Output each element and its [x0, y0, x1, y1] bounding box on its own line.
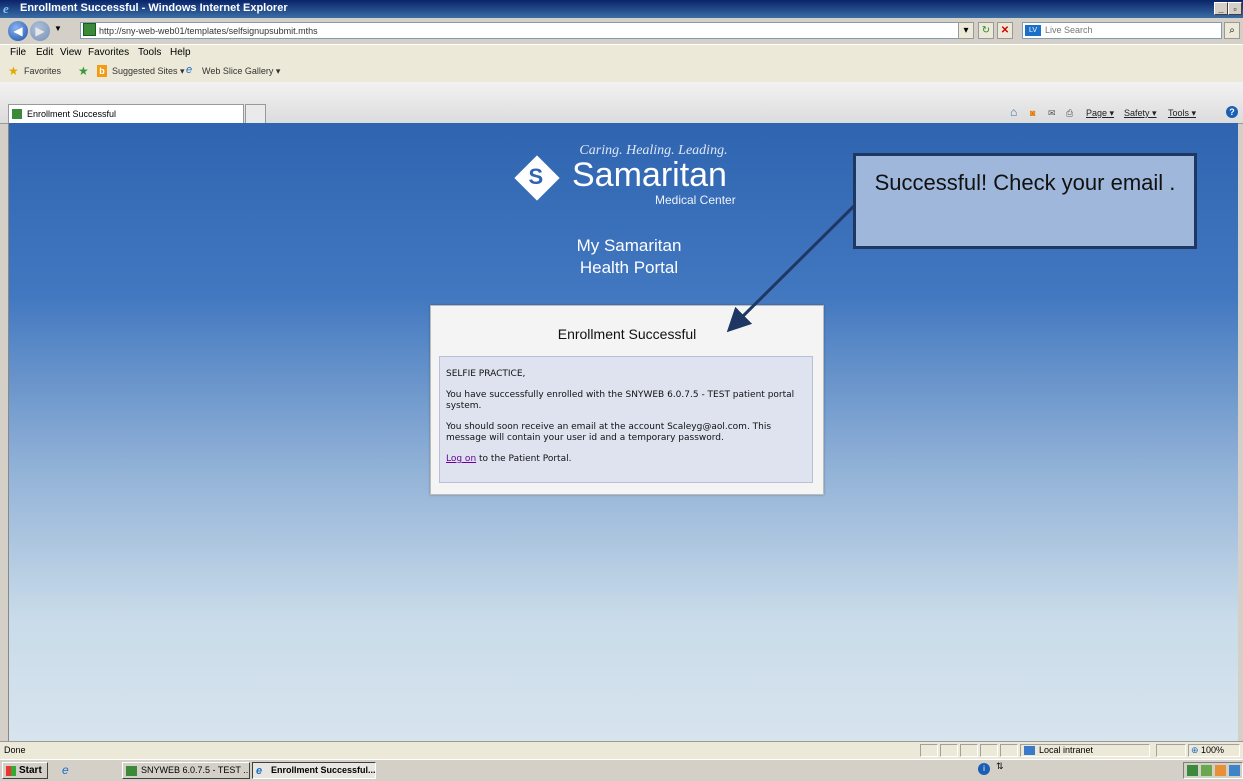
bing-icon: b: [97, 65, 107, 77]
taskbar-item-snyweb[interactable]: SNYWEB 6.0.7.5 - TEST ...: [122, 762, 250, 779]
maximize-button[interactable]: ▫: [1228, 2, 1242, 15]
taskbar-item2-label: Enrollment Successful...: [271, 765, 376, 775]
tray-volume-icon[interactable]: [1229, 765, 1240, 776]
search-placeholder: Live Search: [1045, 25, 1093, 35]
menu-view[interactable]: View: [60, 47, 82, 58]
windows-flag-icon: [6, 766, 16, 776]
address-bar[interactable]: http://sny-web-web01/templates/selfsignu…: [80, 22, 974, 39]
intranet-icon: [1024, 746, 1035, 755]
zone-indicator[interactable]: Local intranet: [1020, 744, 1150, 757]
quicklaunch-ie-icon[interactable]: e: [62, 763, 69, 777]
search-go-icon[interactable]: ⌕: [1224, 22, 1240, 39]
refresh-button[interactable]: ↻: [978, 22, 994, 39]
window-title-bar: e Enrollment Successful - Windows Intern…: [0, 0, 1243, 18]
forward-button[interactable]: ▶: [30, 21, 50, 41]
search-input[interactable]: LV Live Search: [1022, 22, 1222, 39]
tray-help-icon[interactable]: i: [978, 763, 990, 775]
zoom-control[interactable]: ⊕ 100%: [1188, 744, 1240, 757]
feeds-icon[interactable]: ◙: [1030, 108, 1035, 118]
tray-security-icon[interactable]: [1201, 765, 1212, 776]
menu-file[interactable]: File: [10, 47, 26, 58]
status-cell: [1000, 744, 1018, 757]
tab-favicon-icon: [12, 109, 22, 119]
web-content: Caring. Healing. Leading. S Samaritan Me…: [8, 123, 1238, 741]
address-dropdown-button[interactable]: ▾: [958, 22, 974, 39]
start-label: Start: [19, 765, 42, 776]
tray-update-icon[interactable]: [1215, 765, 1226, 776]
history-dropdown-icon[interactable]: ▼: [54, 24, 62, 33]
status-cell: [920, 744, 938, 757]
status-text: Done: [4, 745, 26, 755]
tools-menu[interactable]: Tools ▾: [1168, 108, 1196, 119]
page-menu[interactable]: Page ▾: [1086, 108, 1114, 119]
menu-tools[interactable]: Tools: [138, 47, 161, 58]
tray-app-icon[interactable]: [1187, 765, 1198, 776]
address-url: http://sny-web-web01/templates/selfsignu…: [99, 26, 318, 36]
web-slice-gallery-link[interactable]: Web Slice Gallery ▾: [202, 66, 280, 77]
menu-favorites[interactable]: Favorites: [88, 47, 129, 58]
menu-bar: File Edit View Favorites Tools Help: [0, 44, 1243, 62]
print-icon[interactable]: ⎙: [1066, 108, 1073, 119]
ie-app-icon: e: [256, 765, 263, 777]
ie-logo-icon: e: [3, 1, 9, 16]
system-tray: [1183, 762, 1243, 779]
add-favorite-icon[interactable]: ★: [78, 64, 89, 78]
web-slice-icon: e: [186, 64, 193, 76]
status-bar: Done Local intranet ⊕ 100%: [0, 741, 1243, 760]
favorites-bar: ★ Favorites ★ b Suggested Sites ▾ e Web …: [0, 62, 1243, 82]
status-cell: [940, 744, 958, 757]
taskbar: Start e SNYWEB 6.0.7.5 - TEST ... e Enrol…: [0, 759, 1243, 781]
address-toolbar: ◀ ▶ ▼ http://sny-web-web01/templates/sel…: [0, 18, 1243, 44]
zoom-level: 100%: [1201, 745, 1225, 755]
tab-label: Enrollment Successful: [27, 109, 117, 119]
menu-help[interactable]: Help: [170, 47, 191, 58]
zoom-icon: ⊕: [1191, 745, 1199, 755]
favorites-button[interactable]: Favorites: [24, 66, 61, 76]
window-title: Enrollment Successful - Windows Internet…: [20, 2, 288, 14]
stop-button[interactable]: ✕: [997, 22, 1013, 39]
back-button[interactable]: ◀: [8, 21, 28, 41]
zone-text: Local intranet: [1039, 745, 1094, 755]
home-icon[interactable]: ⌂: [1010, 105, 1017, 119]
live-search-icon: LV: [1025, 25, 1041, 36]
tab-row: Enrollment Successful ⌂ ◙ ✉ ⎙ Page ▾ Saf…: [0, 82, 1243, 124]
suggested-sites-link[interactable]: Suggested Sites ▾: [112, 66, 185, 77]
taskbar-item1-label: SNYWEB 6.0.7.5 - TEST ...: [141, 765, 250, 775]
start-button[interactable]: Start: [2, 762, 48, 779]
mail-icon[interactable]: ✉: [1048, 108, 1056, 119]
page-favicon-icon: [83, 23, 96, 36]
callout-box: Successful! Check your email .: [853, 153, 1197, 249]
safety-menu[interactable]: Safety ▾: [1124, 108, 1157, 119]
tray-network-icon[interactable]: ⇅: [996, 761, 1004, 772]
status-cell: [960, 744, 978, 757]
menu-edit[interactable]: Edit: [36, 47, 53, 58]
favorites-star-icon: ★: [8, 64, 19, 78]
status-cell: [980, 744, 998, 757]
minimize-button[interactable]: _: [1214, 2, 1228, 15]
taskbar-item-enrollment[interactable]: e Enrollment Successful...: [252, 762, 376, 779]
help-icon[interactable]: ?: [1226, 106, 1238, 118]
new-tab-button[interactable]: [245, 104, 266, 123]
protected-mode-icon[interactable]: [1156, 744, 1186, 757]
snyweb-app-icon: [126, 766, 137, 776]
tab-enrollment-successful[interactable]: Enrollment Successful: [8, 104, 244, 123]
